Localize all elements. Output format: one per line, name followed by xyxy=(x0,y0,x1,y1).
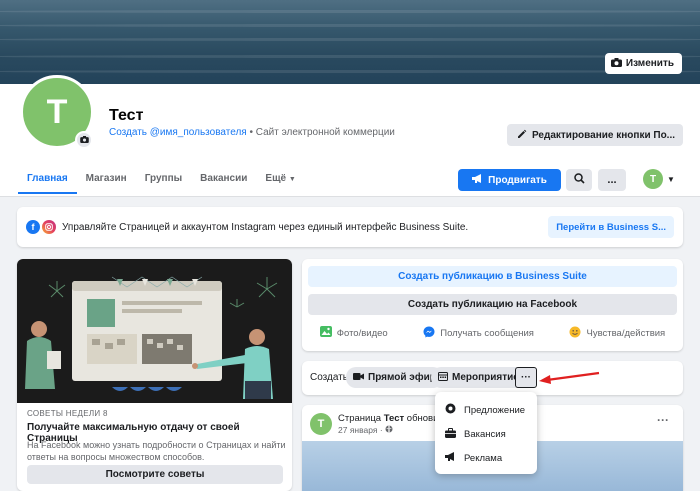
search-button[interactable] xyxy=(566,169,592,191)
business-suite-banner: f Управляйте Страницей и аккаунтом Insta… xyxy=(17,207,683,247)
page-title: Тест xyxy=(109,107,144,124)
get-messages-action[interactable]: Получать сообщения xyxy=(423,326,534,341)
feelings-label: Чувства/действия xyxy=(586,327,666,339)
calendar-icon xyxy=(438,371,448,384)
camera-icon xyxy=(610,57,622,70)
tab-more-label: Ещё xyxy=(265,173,287,184)
change-cover-label: Изменить xyxy=(625,58,674,69)
more-options-label: ... xyxy=(607,174,617,186)
promote-button[interactable]: Продвигать xyxy=(458,169,561,191)
profile-letter: T xyxy=(649,173,657,185)
post-composer: Создать публикацию в Business Suite Созд… xyxy=(302,259,683,351)
edit-button-button[interactable]: Редактирование кнопки По... xyxy=(507,124,683,146)
create-more-dropdown: Предложение Вакансия Реклама xyxy=(435,392,537,474)
create-more-button[interactable]: ··· xyxy=(515,367,537,388)
globe-icon xyxy=(385,425,393,435)
event-chip[interactable]: Мероприятие xyxy=(431,367,526,388)
facebook-icon: f xyxy=(26,220,40,234)
cover-wave xyxy=(0,38,700,41)
create-username-link[interactable]: Создать @имя_пользователя xyxy=(109,127,247,138)
pencil-icon xyxy=(517,129,527,142)
get-messages-label: Получать сообщения xyxy=(440,327,534,339)
change-cover-button[interactable]: Изменить xyxy=(604,53,682,74)
photo-video-action[interactable]: Фото/видео xyxy=(319,326,388,340)
dropdown-item-offer[interactable]: Предложение xyxy=(435,398,537,422)
video-icon xyxy=(353,372,364,384)
cover-wave xyxy=(0,24,700,27)
smile-icon xyxy=(569,326,581,341)
tab-shop[interactable]: Магазин xyxy=(77,166,136,194)
cover-photo: Изменить xyxy=(0,0,700,84)
instagram-icon xyxy=(42,220,56,234)
briefcase-icon xyxy=(445,427,456,441)
megaphone-icon xyxy=(445,452,456,464)
post-title-prefix: Страница xyxy=(338,413,384,424)
go-business-suite-button[interactable]: Перейти в Business S... xyxy=(548,216,674,238)
tips-description: На Facebook можно узнать подробности о С… xyxy=(27,440,286,462)
post-avatar[interactable]: T xyxy=(310,413,332,435)
avatar-camera-button[interactable] xyxy=(75,131,93,149)
megaphone-icon xyxy=(472,174,483,186)
create-post-facebook-button[interactable]: Создать публикацию на Facebook xyxy=(308,294,677,315)
more-options-button[interactable]: ... xyxy=(598,169,626,191)
ad-label: Реклама xyxy=(464,452,503,464)
dropdown-item-ad[interactable]: Реклама xyxy=(435,446,537,470)
post-author-link[interactable]: Тест xyxy=(384,413,404,424)
tips-week-label: СОВЕТЫ НЕДЕЛИ 8 xyxy=(27,409,108,418)
profile-avatar: T xyxy=(643,169,663,189)
offer-label: Предложение xyxy=(464,404,526,416)
live-video-chip[interactable]: Прямой эфир xyxy=(346,367,443,388)
page-category: • Сайт электронной коммерции xyxy=(246,127,395,138)
post-date: 27 января · xyxy=(338,425,393,435)
dropdown-item-job[interactable]: Вакансия xyxy=(435,422,537,446)
post-more-button[interactable]: ··· xyxy=(657,413,669,427)
tab-home[interactable]: Главная xyxy=(18,166,77,194)
search-icon xyxy=(573,173,585,187)
live-video-label: Прямой эфир xyxy=(368,372,436,383)
tab-groups[interactable]: Группы xyxy=(136,166,191,194)
tips-illustration xyxy=(17,259,292,403)
red-arrow-annotation xyxy=(539,371,600,384)
caret-down-icon: ▼ xyxy=(667,174,675,184)
see-tips-button[interactable]: Посмотрите советы xyxy=(27,465,283,484)
offer-icon xyxy=(445,403,456,417)
event-label: Мероприятие xyxy=(452,372,519,383)
tab-more[interactable]: Ещё ▼ xyxy=(256,166,304,194)
post-avatar-letter: T xyxy=(317,418,325,430)
edit-button-label: Редактирование кнопки По... xyxy=(532,129,676,141)
create-post-business-suite-button[interactable]: Создать публикацию в Business Suite xyxy=(308,266,677,287)
job-label: Вакансия xyxy=(464,428,506,440)
page-subtitle: Создать @имя_пользователя • Сайт электро… xyxy=(109,127,395,138)
cover-wave xyxy=(0,10,700,13)
more-label: ··· xyxy=(521,372,531,383)
photo-icon xyxy=(319,326,332,340)
camera-icon xyxy=(79,134,89,146)
business-suite-text: Управляйте Страницей и аккаунтом Instagr… xyxy=(62,221,469,233)
promote-label: Продвигать xyxy=(488,174,547,186)
post-date-text: 27 января · xyxy=(338,425,386,435)
profile-switcher[interactable]: T ▼ xyxy=(643,169,675,189)
messenger-icon xyxy=(423,326,435,341)
cover-wave xyxy=(0,55,700,58)
avatar-letter: T xyxy=(46,92,68,131)
tips-card: СОВЕТЫ НЕДЕЛИ 8 Получайте максимальную о… xyxy=(17,259,292,491)
tab-jobs[interactable]: Вакансии xyxy=(191,166,256,194)
photo-video-label: Фото/видео xyxy=(336,327,388,339)
cover-wave xyxy=(0,70,700,73)
page-tabs: Главная Магазин Группы Вакансии Ещё ▼ xyxy=(18,166,305,194)
caret-down-icon: ▼ xyxy=(288,176,296,183)
create-label: Создать xyxy=(310,372,349,383)
composer-actions: Фото/видео Получать сообщения Чувства/де… xyxy=(302,322,683,344)
feelings-action[interactable]: Чувства/действия xyxy=(569,326,665,341)
